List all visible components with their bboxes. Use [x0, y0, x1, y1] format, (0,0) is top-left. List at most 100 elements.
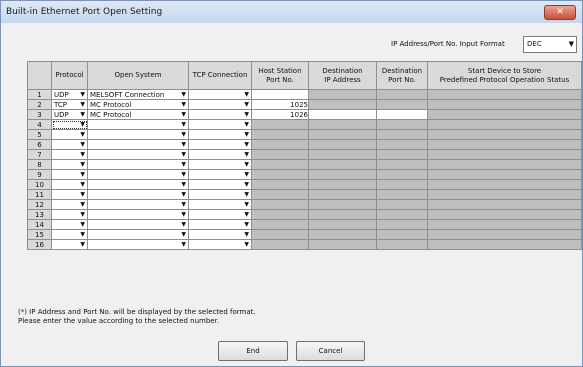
chevron-down-icon: ▼: [244, 151, 249, 158]
dest-ip-field[interactable]: [308, 109, 377, 120]
chevron-down-icon: ▼: [181, 221, 186, 228]
end-button[interactable]: End: [218, 341, 288, 361]
chevron-down-icon: ▼: [244, 201, 249, 208]
close-icon[interactable]: ✕: [544, 5, 576, 20]
start-device-field: [427, 209, 582, 220]
protocol-select[interactable]: ▼: [51, 159, 88, 170]
header-open-system: Open System: [87, 61, 189, 90]
open-system-select[interactable]: ▼: [87, 159, 189, 170]
tcp-connection-select[interactable]: ▼: [188, 209, 252, 220]
chevron-down-icon: ▼: [80, 141, 85, 148]
chevron-down-icon: ▼: [244, 131, 249, 138]
open-system-select-value: MC Protocol: [90, 111, 132, 119]
protocol-select[interactable]: ▼: [51, 239, 88, 250]
row-number: 6: [27, 139, 52, 150]
table-row: 5 ▼ ▼ ▼: [27, 129, 582, 140]
ip-format-select[interactable]: DEC ▼: [523, 36, 577, 53]
dest-port-field[interactable]: [376, 109, 428, 120]
host-port-field: [251, 219, 309, 230]
open-system-select[interactable]: ▼: [87, 199, 189, 210]
dialog-window: Built-in Ethernet Port Open Setting ✕ IP…: [0, 0, 583, 367]
row-number: 12: [27, 199, 52, 210]
host-port-field[interactable]: [251, 89, 309, 100]
open-system-select[interactable]: ▼: [87, 189, 189, 200]
dest-ip-field: [308, 219, 377, 230]
chevron-down-icon: ▼: [80, 191, 85, 198]
tcp-connection-select[interactable]: ▼: [188, 89, 252, 100]
host-port-field: [251, 189, 309, 200]
protocol-select[interactable]: ▼: [51, 219, 88, 230]
host-port-field[interactable]: 1026: [251, 109, 309, 120]
protocol-select[interactable]: ▼: [51, 229, 88, 240]
protocol-select[interactable]: ▼: [51, 189, 88, 200]
header-dest-ip: Destination IP Address: [308, 61, 377, 90]
chevron-down-icon: ▼: [80, 101, 85, 108]
host-port-field[interactable]: 1025: [251, 99, 309, 110]
chevron-down-icon: ▼: [80, 111, 85, 118]
header-rownum: [27, 61, 52, 90]
protocol-select[interactable]: UDP ▼: [51, 89, 88, 100]
tcp-connection-select[interactable]: ▼: [188, 229, 252, 240]
open-system-select[interactable]: ▼: [87, 139, 189, 150]
tcp-connection-select[interactable]: ▼: [188, 159, 252, 170]
open-system-select[interactable]: ▼: [87, 129, 189, 140]
tcp-connection-select[interactable]: ▼: [188, 169, 252, 180]
open-system-select[interactable]: ▼: [87, 169, 189, 180]
tcp-connection-select[interactable]: ▼: [188, 199, 252, 210]
start-device-field: [427, 99, 582, 110]
protocol-select[interactable]: ▼: [51, 149, 88, 160]
protocol-select[interactable]: ▼: [51, 129, 88, 140]
tcp-connection-select[interactable]: ▼: [188, 109, 252, 120]
row-number: 15: [27, 229, 52, 240]
chevron-down-icon: ▼: [181, 181, 186, 188]
tcp-connection-select[interactable]: ▼: [188, 99, 252, 110]
open-system-select[interactable]: ▼: [87, 219, 189, 230]
dest-ip-field: [308, 179, 377, 190]
protocol-select[interactable]: ▼: [51, 119, 88, 130]
chevron-down-icon: ▼: [181, 151, 186, 158]
protocol-select[interactable]: ▼: [51, 169, 88, 180]
protocol-select[interactable]: ▼: [51, 139, 88, 150]
chevron-down-icon: ▼: [181, 91, 186, 98]
tcp-connection-select[interactable]: ▼: [188, 219, 252, 230]
dest-ip-field: [308, 89, 377, 100]
open-system-select[interactable]: ▼: [87, 239, 189, 250]
tcp-connection-select[interactable]: ▼: [188, 119, 252, 130]
protocol-select[interactable]: TCP ▼: [51, 99, 88, 110]
open-system-select[interactable]: ▼: [87, 149, 189, 160]
dest-port-field: [376, 99, 428, 110]
protocol-select[interactable]: ▼: [51, 199, 88, 210]
tcp-connection-select[interactable]: ▼: [188, 189, 252, 200]
open-system-select[interactable]: MC Protocol ▼: [87, 109, 189, 120]
open-system-select[interactable]: ▼: [87, 179, 189, 190]
dest-port-field: [376, 179, 428, 190]
tcp-connection-select[interactable]: ▼: [188, 239, 252, 250]
tcp-connection-select[interactable]: ▼: [188, 129, 252, 140]
chevron-down-icon: ▼: [80, 151, 85, 158]
tcp-connection-select[interactable]: ▼: [188, 179, 252, 190]
open-system-select[interactable]: MELSOFT Connection ▼: [87, 89, 189, 100]
protocol-select[interactable]: ▼: [51, 179, 88, 190]
start-device-field: [427, 179, 582, 190]
chevron-down-icon: ▼: [181, 191, 186, 198]
open-system-select[interactable]: ▼: [87, 229, 189, 240]
table-row: 10 ▼ ▼ ▼: [27, 179, 582, 190]
open-system-select[interactable]: ▼: [87, 209, 189, 220]
tcp-connection-select[interactable]: ▼: [188, 149, 252, 160]
host-port-field: [251, 119, 309, 130]
dest-ip-field: [308, 189, 377, 200]
chevron-down-icon: ▼: [80, 201, 85, 208]
table-row: 3 UDP ▼ MC Protocol ▼ ▼ 1026: [27, 109, 582, 120]
dest-port-field: [376, 119, 428, 130]
chevron-down-icon: ▼: [80, 161, 85, 168]
row-number: 2: [27, 99, 52, 110]
open-system-select[interactable]: MC Protocol ▼: [87, 99, 189, 110]
protocol-select[interactable]: UDP ▼: [51, 109, 88, 120]
cancel-button[interactable]: Cancel: [296, 341, 365, 361]
protocol-select[interactable]: ▼: [51, 209, 88, 220]
open-system-select[interactable]: ▼: [87, 119, 189, 130]
tcp-connection-select[interactable]: ▼: [188, 139, 252, 150]
start-device-field: [427, 199, 582, 210]
table-row: 4 ▼ ▼ ▼: [27, 119, 582, 130]
chevron-down-icon: ▼: [244, 241, 249, 248]
